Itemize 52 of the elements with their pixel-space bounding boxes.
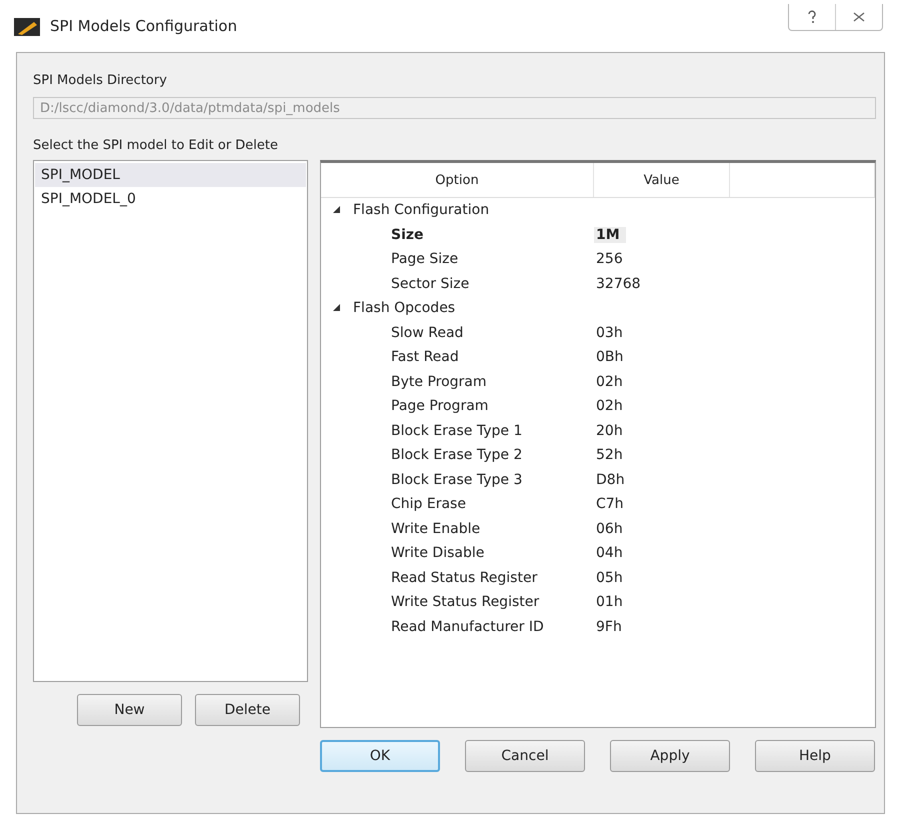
dialog-button[interactable]: Help bbox=[755, 740, 875, 772]
column-header[interactable]: Value bbox=[594, 163, 730, 197]
option-value[interactable]: C7h bbox=[594, 496, 630, 512]
option-name: Byte Program bbox=[390, 374, 488, 390]
help-icon bbox=[807, 10, 817, 24]
model-list-item[interactable]: SPI_MODEL bbox=[35, 163, 306, 187]
option-name: Read Manufacturer ID bbox=[390, 618, 545, 635]
option-value[interactable]: 05h bbox=[594, 570, 629, 586]
option-name: Write Enable bbox=[390, 520, 482, 537]
option-value[interactable]: 01h bbox=[594, 594, 629, 610]
option-value[interactable]: 1M bbox=[594, 226, 626, 243]
option-value[interactable]: 9Fh bbox=[594, 618, 628, 635]
option-name: Block Erase Type 2 bbox=[390, 447, 524, 464]
option-value[interactable]: 20h bbox=[594, 422, 629, 439]
option-name: Sector Size bbox=[390, 276, 470, 292]
option-value[interactable]: 02h bbox=[594, 398, 629, 414]
option-name: Page Size bbox=[390, 251, 460, 268]
option-name: Write Status Register bbox=[390, 594, 540, 610]
option-value[interactable]: 52h bbox=[594, 447, 629, 464]
model-list-label: Select the SPI model to Edit or Delete bbox=[33, 138, 280, 153]
tree-group-label: Flash Configuration bbox=[353, 202, 490, 218]
option-name: Page Program bbox=[390, 398, 490, 414]
column-header[interactable]: Option bbox=[321, 163, 594, 197]
directory-label: SPI Models Directory bbox=[33, 73, 168, 88]
dialog-button[interactable]: OK bbox=[320, 740, 440, 772]
expanded-arrow-icon[interactable] bbox=[333, 206, 341, 214]
window-title: SPI Models Configuration bbox=[50, 17, 238, 35]
option-name: Fast Read bbox=[390, 349, 460, 366]
tree-group-label: Flash Opcodes bbox=[353, 300, 456, 316]
close-icon bbox=[853, 12, 865, 22]
dialog-button[interactable]: Cancel bbox=[465, 740, 585, 772]
dialog-button[interactable]: Apply bbox=[610, 740, 730, 772]
option-name: Write Disable bbox=[390, 545, 486, 562]
option-name: Slow Read bbox=[390, 324, 464, 341]
option-value[interactable]: 04h bbox=[594, 545, 629, 562]
option-value[interactable]: D8h bbox=[594, 472, 631, 488]
option-name: Chip Erase bbox=[390, 496, 467, 512]
option-name: Block Erase Type 1 bbox=[390, 422, 524, 439]
option-value[interactable]: 256 bbox=[594, 251, 629, 268]
delete-button[interactable]: Delete bbox=[195, 694, 300, 726]
option-value[interactable]: 0Bh bbox=[594, 349, 630, 366]
model-list-item[interactable]: SPI_MODEL_0 bbox=[35, 187, 306, 211]
option-name: Block Erase Type 3 bbox=[390, 472, 524, 488]
new-button[interactable]: New bbox=[77, 694, 182, 726]
option-name: Size bbox=[390, 226, 425, 243]
app-logo-icon bbox=[14, 16, 40, 36]
option-name: Read Status Register bbox=[390, 570, 538, 586]
option-value[interactable]: 02h bbox=[594, 374, 629, 390]
option-value[interactable]: 06h bbox=[594, 520, 629, 537]
expanded-arrow-icon[interactable] bbox=[333, 304, 341, 312]
option-value[interactable]: 32768 bbox=[594, 276, 647, 292]
option-value[interactable]: 03h bbox=[594, 324, 629, 341]
